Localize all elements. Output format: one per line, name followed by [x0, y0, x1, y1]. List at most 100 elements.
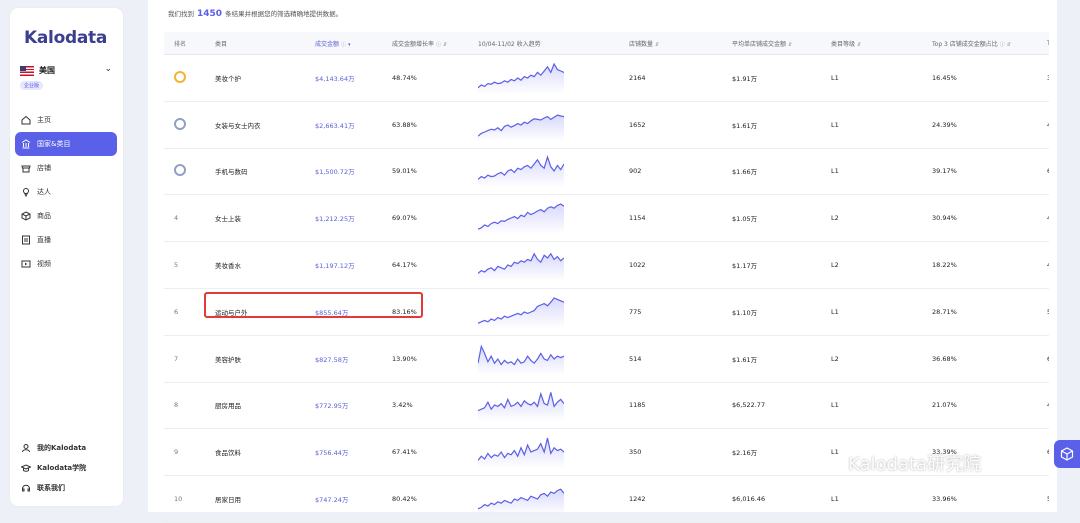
result-summary: 我们找到 1450 条结果并根据您的筛选精确地提供数据。: [168, 8, 342, 19]
country-name: 美国: [39, 66, 55, 75]
cell-top3: 30.94%: [932, 214, 957, 223]
table-row[interactable]: 8 厨房用品 $772.95万 3.42% 1185 $6,522.77 L1 21.07% 4…: [164, 383, 1049, 430]
bottom_nav-item-2[interactable]: 联系我们: [15, 478, 117, 498]
result-suffix: 条结果并根据您的筛选精确地提供数据。: [225, 10, 343, 18]
box-icon: [21, 211, 31, 221]
app-logo[interactable]: Kalodata: [24, 28, 107, 48]
rank-number: 4: [174, 214, 179, 223]
cell-category[interactable]: 食品饮料: [209, 447, 309, 457]
bank-icon: [21, 139, 31, 149]
table-row[interactable]: 7 美容护肤 $827.58万 13.90% 514 $1.61万 L2 36.68% 6(: [164, 336, 1049, 383]
headset-icon: [21, 483, 31, 493]
cell-category[interactable]: 手机与数码: [209, 166, 309, 176]
rank-number: 9: [174, 448, 179, 457]
sort-icon[interactable]: ⇵: [655, 42, 659, 48]
cell-trend-sparkline: [472, 62, 623, 94]
nav-item-0[interactable]: 主页: [15, 108, 117, 132]
us-flag-icon: [20, 66, 34, 76]
sort-desc-icon[interactable]: ▾: [348, 42, 351, 48]
table-row[interactable]: 4 女士上装 $1,212.25万 69.07% 1154 $1.05万 L2 30.94% 4…: [164, 195, 1049, 243]
highlight-box: [204, 292, 423, 318]
nav-item-1[interactable]: 国家&类目: [15, 132, 117, 156]
live-icon: [21, 235, 31, 245]
sort-icon[interactable]: ⇵: [1007, 42, 1011, 48]
cell-category[interactable]: 居家日用: [209, 494, 309, 504]
col-top3-label: Top 3 店铺成交金额占比: [932, 40, 998, 48]
table-row[interactable]: 女装与女士内衣 $2,663.41万 63.88% 1652 $1.61万 L1 24.39…: [164, 102, 1049, 149]
cell-rank: 7: [164, 355, 209, 363]
store-icon: [21, 163, 31, 173]
table-row[interactable]: 5 美妆香水 $1,197.12万 64.17% 1022 $1.17万 L2 18.22% 4…: [164, 242, 1049, 289]
cell-growth: 3.42%: [392, 401, 413, 410]
cell-trend-sparkline: [472, 389, 623, 422]
col-gmv-label: 成交金额: [315, 40, 340, 48]
col-avg[interactable]: 平均单店铺成交金额 ⇵: [726, 39, 825, 48]
nav-label: 达人: [37, 188, 51, 196]
home-icon: [21, 115, 31, 125]
cell-avg: $1.61万: [732, 355, 758, 364]
floating-box-button[interactable]: [1054, 440, 1080, 468]
cell-category[interactable]: 女装与女士内衣: [209, 120, 309, 130]
cell-rank: [164, 70, 209, 85]
cell-growth: 13.90%: [392, 354, 417, 363]
cell-category[interactable]: 女士上装: [209, 213, 309, 223]
cell-growth: 80.42%: [392, 495, 417, 504]
bottom_nav-label: Kalodata学院: [37, 464, 87, 472]
cell-category[interactable]: 美妆香水: [209, 260, 309, 270]
cell-category[interactable]: 美容护肤: [209, 354, 309, 364]
cell-trend-sparkline: [472, 483, 623, 516]
cell-extra: 4(: [1041, 261, 1049, 269]
bottom_nav-label: 联系我们: [37, 484, 65, 492]
info-icon: ⓘ: [341, 41, 347, 48]
cell-gmv: $1,197.12万: [315, 262, 355, 271]
table-row[interactable]: 手机与数码 $1,500.72万 59.01% 902 $1.66万 L1 39.17% 6(: [164, 149, 1049, 196]
nav-label: 视频: [37, 260, 51, 268]
cell-top3: 18.22%: [932, 261, 957, 270]
bottom-nav: 我的Kalodata Kalodata学院 联系我们: [15, 438, 117, 498]
cell-gmv: $827.58万: [315, 355, 349, 364]
table-row[interactable]: 10 居家日用 $747.24万 80.42% 1242 $6,016.46 L1 33.96…: [164, 476, 1049, 523]
col-category: 类目: [215, 40, 228, 48]
nav-item-3[interactable]: 达人: [15, 180, 117, 204]
nav-item-5[interactable]: 直播: [15, 228, 117, 252]
nav-item-4[interactable]: 商品: [15, 204, 117, 228]
cell-gmv: $1,500.72万: [315, 168, 355, 177]
chevron-down-icon[interactable]: ⌄: [104, 64, 112, 74]
medal-icon: [174, 70, 186, 83]
cell-top3: 16.45%: [932, 73, 957, 82]
nav-label: 店铺: [37, 164, 51, 172]
bottom_nav-item-0[interactable]: 我的Kalodata: [15, 438, 117, 458]
sort-icon[interactable]: ⇵: [443, 42, 447, 48]
bottom_nav-item-1[interactable]: Kalodata学院: [15, 458, 117, 478]
cell-avg: $1.66万: [732, 168, 758, 177]
cell-avg: $1.10万: [732, 308, 758, 317]
medal-icon: [174, 164, 186, 177]
col-shops[interactable]: 店铺数量 ⇵: [623, 39, 726, 48]
nav-item-6[interactable]: 视频: [15, 252, 117, 276]
cell-trend-sparkline: [472, 296, 623, 328]
result-count: 1450: [197, 9, 223, 19]
col-level[interactable]: 类目等级 ⇵: [825, 39, 926, 48]
cell-level: L1: [831, 495, 839, 504]
result-prefix: 我们找到: [168, 10, 194, 18]
cell-top3: 24.39%: [932, 120, 957, 129]
main-nav: 主页 国家&类目店铺达人商品 直播视频: [15, 108, 127, 276]
col-growth[interactable]: 成交金额增长率 ⓘ ⇵: [386, 39, 472, 48]
person-icon: [21, 187, 31, 197]
col-extra: Tc: [1047, 39, 1049, 47]
sort-icon[interactable]: ⇵: [788, 42, 792, 48]
cell-level: L2: [831, 354, 839, 363]
col-top3[interactable]: Top 3 店铺成交金额占比 ⓘ ⇵: [926, 39, 1041, 48]
country-selector[interactable]: 美国 ⌄ 企业版: [20, 64, 120, 92]
cell-growth: 64.17%: [392, 261, 417, 270]
cell-shops: 902: [629, 167, 642, 176]
cell-avg: $1.05万: [732, 215, 758, 224]
cell-category[interactable]: 美妆个护: [209, 73, 309, 83]
table-row[interactable]: 美妆个护 $4,143.64万 48.74% 2164 $1.91万 L1 16.45% 3(: [164, 55, 1049, 102]
col-gmv[interactable]: 成交金额 ⓘ ▾: [309, 39, 386, 48]
cell-level: L2: [831, 214, 839, 223]
cell-shops: 350: [629, 448, 642, 457]
sort-icon[interactable]: ⇵: [857, 42, 861, 48]
cell-category[interactable]: 厨房用品: [209, 400, 309, 410]
nav-item-2[interactable]: 店铺: [15, 156, 117, 180]
